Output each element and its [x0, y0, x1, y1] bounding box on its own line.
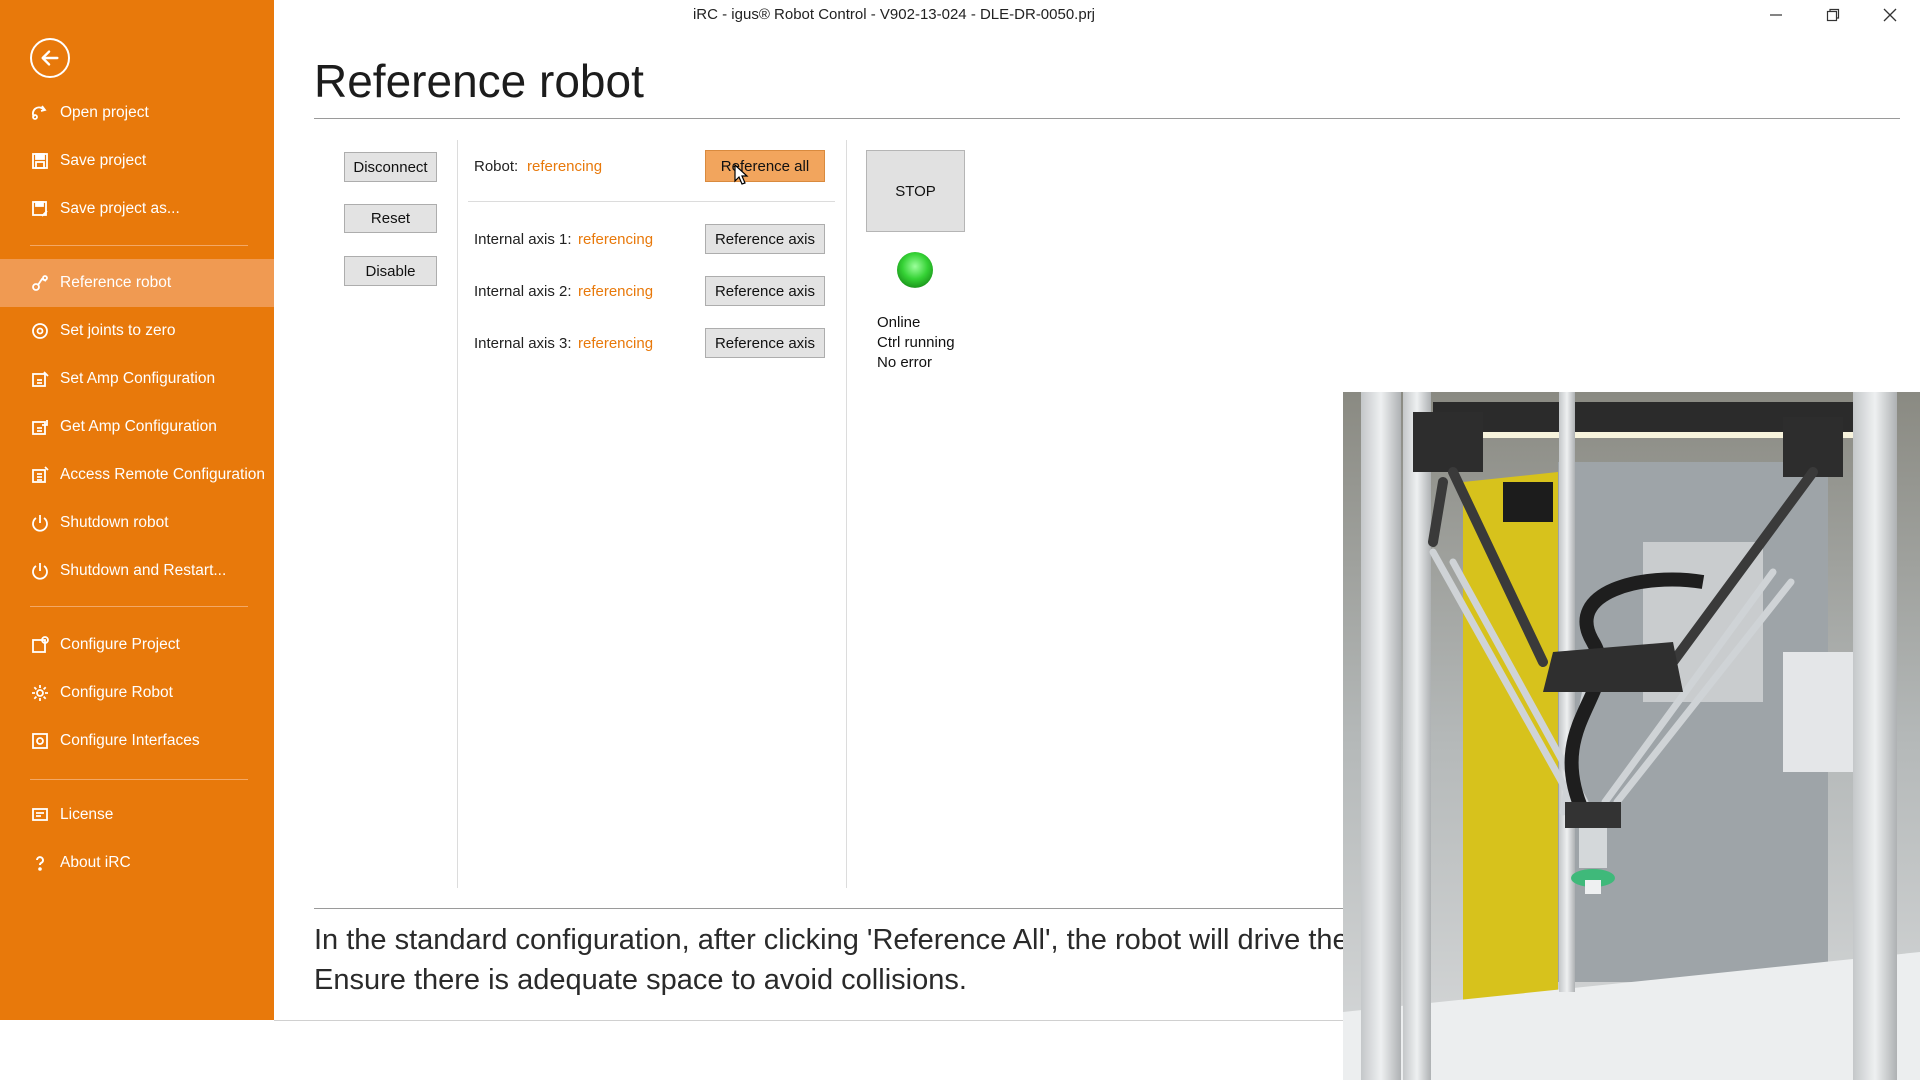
axis-1-status: referencing — [578, 231, 654, 248]
remote-config-icon — [30, 465, 50, 485]
sidebar-item-open-project[interactable]: Open project — [0, 89, 274, 137]
minimize-button[interactable] — [1748, 2, 1804, 28]
save-as-icon — [30, 199, 50, 219]
configure-project-icon — [30, 635, 50, 655]
reference-all-button[interactable]: Reference all — [705, 150, 825, 182]
sidebar-divider — [30, 606, 248, 607]
column-divider — [846, 140, 847, 888]
power-restart-icon — [30, 561, 50, 581]
mouse-cursor-icon — [734, 164, 749, 185]
status-led-indicator — [897, 252, 933, 288]
axis-3-label: Internal axis 3: — [474, 335, 572, 352]
sidebar-divider — [30, 779, 248, 780]
sidebar-item-label: Reference robot — [60, 274, 172, 291]
reference-axis-1-button[interactable]: Reference axis — [705, 224, 825, 254]
sidebar-item-label: About iRC — [60, 854, 131, 871]
license-icon — [30, 805, 50, 825]
sidebar-item-label: Set joints to zero — [60, 322, 176, 339]
axis-2-label: Internal axis 2: — [474, 283, 572, 300]
title-divider — [314, 118, 1900, 119]
sidebar: Open project Save project Save project a… — [0, 0, 274, 1020]
robot-label: Robot: — [474, 158, 519, 175]
sidebar-item-access-remote-configuration[interactable]: Access Remote Configuration — [0, 451, 274, 499]
sidebar-item-configure-project[interactable]: Configure Project — [0, 621, 274, 669]
sidebar-item-license[interactable]: License — [0, 791, 274, 839]
axis-1-label: Internal axis 1: — [474, 231, 572, 248]
sidebar-item-save-project[interactable]: Save project — [0, 137, 274, 185]
sidebar-item-about-irc[interactable]: About iRC — [0, 839, 274, 887]
sidebar-item-label: Configure Interfaces — [60, 732, 200, 749]
axis-2-status: referencing — [578, 283, 654, 300]
robot-divider — [468, 201, 835, 202]
sidebar-item-set-amp-configuration[interactable]: Set Amp Configuration — [0, 355, 274, 403]
sidebar-item-shutdown-robot[interactable]: Shutdown robot — [0, 499, 274, 547]
hint-line-2: Ensure there is adequate space to avoid … — [314, 964, 967, 996]
reference-robot-icon — [30, 273, 50, 293]
window-title: iRC - igus® Robot Control - V902-13-024 … — [692, 6, 1096, 23]
sidebar-item-configure-interfaces[interactable]: Configure Interfaces — [0, 717, 274, 765]
open-project-icon — [30, 103, 50, 123]
robot-video-overlay — [1343, 392, 1920, 1080]
restore-icon — [1826, 8, 1840, 22]
power-icon — [30, 513, 50, 533]
column-divider — [457, 140, 458, 888]
error-status: No error — [877, 354, 933, 371]
get-amp-config-icon — [30, 417, 50, 437]
sidebar-item-label: Access Remote Configuration — [60, 466, 266, 483]
sidebar-item-label: License — [60, 806, 114, 823]
sidebar-item-label: Set Amp Configuration — [60, 370, 216, 387]
sidebar-item-save-project-as[interactable]: Save project as... — [0, 185, 274, 233]
sidebar-item-label: Save project — [60, 152, 147, 169]
sidebar-item-label: Save project as... — [60, 200, 180, 217]
set-amp-config-icon — [30, 369, 50, 389]
page-title: Reference robot — [314, 55, 644, 107]
sidebar-item-label: Get Amp Configuration — [60, 418, 217, 435]
axis-3-status: referencing — [578, 335, 654, 352]
delta-robot-image — [1343, 392, 1920, 1080]
connection-status: Online — [877, 314, 921, 331]
bottom-divider — [274, 1020, 1344, 1021]
hint-divider — [314, 908, 1344, 909]
arrow-left-icon — [41, 50, 59, 66]
gear-icon — [30, 683, 50, 703]
sidebar-item-label: Shutdown and Restart... — [60, 562, 227, 579]
back-button[interactable] — [30, 38, 70, 78]
sidebar-item-reference-robot[interactable]: Reference robot — [0, 259, 274, 307]
reset-button[interactable]: Reset — [344, 204, 437, 233]
reference-axis-3-button[interactable]: Reference axis — [705, 328, 825, 358]
stop-button[interactable]: STOP — [866, 150, 965, 232]
hint-text: In the standard configuration, after cli… — [314, 920, 1344, 1000]
sidebar-item-label: Open project — [60, 104, 149, 121]
minimize-icon — [1770, 14, 1782, 16]
disable-button[interactable]: Disable — [344, 256, 437, 286]
close-icon — [1883, 8, 1897, 22]
robot-status: referencing — [527, 158, 603, 175]
hint-line-1: In the standard configuration, after cli… — [314, 924, 1344, 956]
sidebar-item-configure-robot[interactable]: Configure Robot — [0, 669, 274, 717]
set-joints-zero-icon — [30, 321, 50, 341]
sidebar-item-label: Shutdown robot — [60, 514, 169, 531]
interfaces-icon — [30, 731, 50, 751]
close-button[interactable] — [1862, 2, 1918, 28]
sidebar-item-set-joints-to-zero[interactable]: Set joints to zero — [0, 307, 274, 355]
sidebar-divider — [30, 245, 248, 246]
disconnect-button[interactable]: Disconnect — [344, 152, 437, 182]
control-status: Ctrl running — [877, 334, 955, 351]
sidebar-item-label: Configure Project — [60, 636, 180, 653]
reference-axis-2-button[interactable]: Reference axis — [705, 276, 825, 306]
restore-button[interactable] — [1805, 2, 1861, 28]
save-icon — [30, 151, 50, 171]
sidebar-item-shutdown-and-restart[interactable]: Shutdown and Restart... — [0, 547, 274, 595]
sidebar-item-get-amp-configuration[interactable]: Get Amp Configuration — [0, 403, 274, 451]
sidebar-item-label: Configure Robot — [60, 684, 173, 701]
help-icon — [30, 853, 50, 873]
